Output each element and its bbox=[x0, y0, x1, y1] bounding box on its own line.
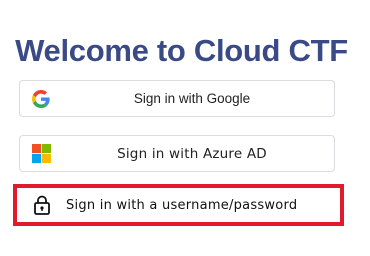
sign-in-google-button[interactable]: Sign in with Google bbox=[19, 80, 335, 117]
sign-in-azure-label: Sign in with Azure AD bbox=[117, 145, 267, 162]
highlight-box: Sign in with a username/password bbox=[13, 184, 344, 226]
sign-in-google-label: Sign in with Google bbox=[133, 91, 251, 106]
sign-in-username-password-button[interactable]: Sign in with a username/password bbox=[20, 192, 337, 218]
page-title: Welcome to Cloud CTF bbox=[15, 32, 348, 68]
sign-in-azure-button[interactable]: Sign in with Azure AD bbox=[19, 135, 335, 172]
sign-in-username-password-label: Sign in with a username/password bbox=[66, 197, 298, 213]
microsoft-icon bbox=[31, 144, 51, 164]
lock-icon bbox=[32, 195, 52, 215]
google-icon bbox=[31, 89, 51, 109]
